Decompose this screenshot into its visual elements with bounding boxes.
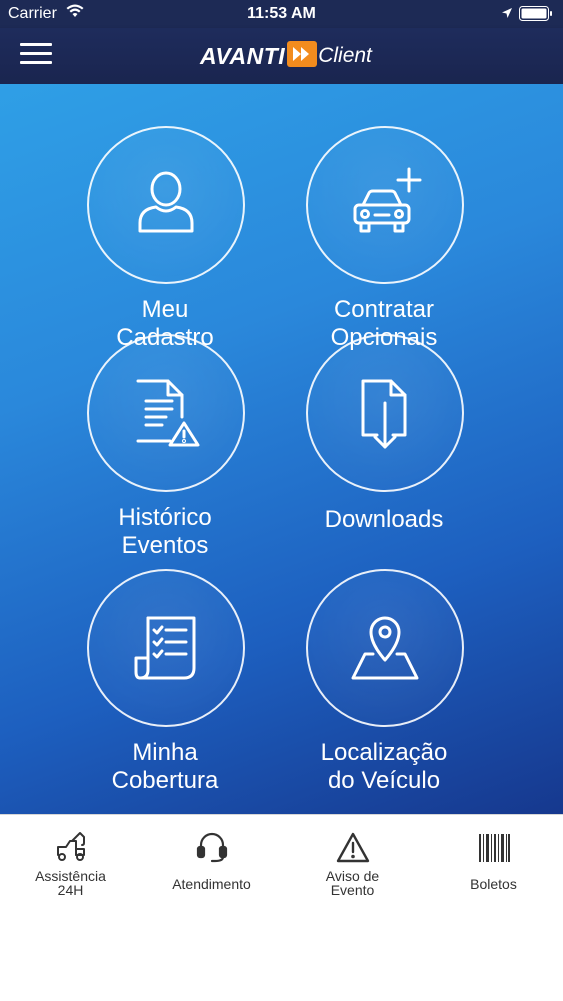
tile-label: Histórico Eventos [45,504,285,560]
tile-label-line: Localização [320,739,448,766]
tile-circle [306,126,464,284]
menu-tile-historico-eventos[interactable]: Histórico Eventos [45,334,285,559]
tile-label-line: Histórico [118,504,212,531]
tile-label-line: do Veículo [327,767,441,794]
tile-label: Minha Cobertura [45,739,285,795]
tab-boletos[interactable]: Boletos [423,831,563,901]
menu-tile-localizacao-veiculo[interactable]: Localização do Veículo [264,569,504,794]
tile-label-line: Meu [141,296,189,323]
tab-label-line: Atendimento [172,876,251,892]
location-arrow-icon [501,6,513,24]
map-pin-icon [351,616,419,680]
menu-line [20,43,52,46]
bottom-tab-bar: Assistência 24H Atendimento Aviso de Eve… [0,814,563,1001]
app-header: AVANTI Client [0,28,563,84]
tab-aviso-de-evento[interactable]: Aviso de Evento [282,831,423,901]
fast-forward-icon [287,40,318,72]
tile-label-line: Downloads [324,506,444,533]
tile-label-line: Minha [132,739,198,766]
car-plus-icon [353,167,422,233]
tile-circle [306,334,464,492]
document-warning-icon [136,379,200,447]
tab-label-line: Boletos [470,876,517,892]
battery-icon [519,6,553,26]
tile-label-line: Contratar [333,296,435,323]
tab-label-line: Assistência [35,868,106,884]
download-file-icon [361,379,407,449]
tab-label-line: Aviso de [325,868,380,884]
tile-label: Downloads [264,506,504,534]
brand-name: AVANTI [200,42,286,69]
user-icon [138,171,194,233]
menu-line [20,61,52,64]
tow-truck-icon [56,832,85,861]
menu-line [20,52,52,55]
tab-label-line: 24H [57,882,84,898]
tile-circle [87,126,245,284]
tile-label-line: Cobertura [111,767,219,794]
barcode-icon [478,834,510,862]
tile-circle [87,569,245,727]
tile-circle [87,334,245,492]
status-bar: Carrier 11:53 AM [0,0,563,28]
tab-label-line: Evento [330,882,375,898]
warning-icon [336,832,369,863]
menu-tile-meu-cadastro[interactable]: Meu Cadastro [45,126,285,351]
menu-tile-downloads[interactable]: Downloads [264,334,504,554]
menu-tile-contratar-opcionais[interactable]: Contratar Opcionais [264,126,504,351]
tab-label: Assistência 24H [0,869,141,897]
clock: 11:53 AM [247,5,316,22]
hamburger-menu-button[interactable] [20,43,52,69]
tile-circle [306,569,464,727]
tab-assistencia-24h[interactable]: Assistência 24H [0,831,141,901]
menu-grid: Meu Cadastro Contratar Opcionais [0,84,563,814]
headset-icon [196,832,227,863]
tab-label: Atendimento [141,877,282,891]
tile-label-line: Eventos [121,532,209,559]
app-logo: AVANTI Client [200,38,372,74]
tile-label: Localização do Veículo [264,739,504,795]
menu-tile-minha-cobertura[interactable]: Minha Cobertura [45,569,285,794]
checklist-icon [134,616,196,680]
tab-atendimento[interactable]: Atendimento [141,831,282,901]
tab-label: Aviso de Evento [282,869,423,897]
tab-label: Boletos [423,877,563,891]
brand-suffix: Client [318,44,372,67]
